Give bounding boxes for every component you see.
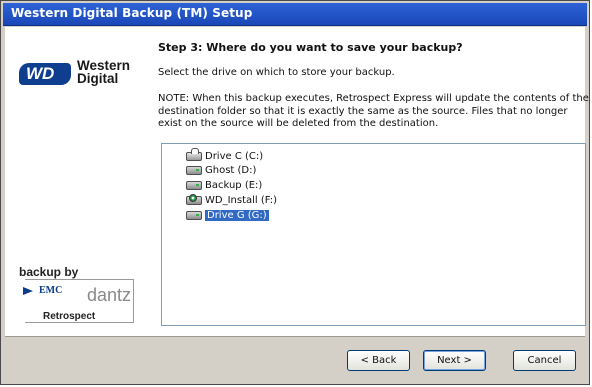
wizard-content: WD Western Digital backup by EMC dantz R…	[5, 27, 589, 336]
system-drive-icon	[186, 147, 202, 161]
drive-item-d[interactable]: Ghost (D:)	[186, 163, 256, 177]
emc-arrow-icon	[23, 287, 33, 295]
drive-label: WD_Install (F:)	[205, 194, 278, 206]
backup-by-label: backup by	[19, 265, 79, 279]
title-bar[interactable]: Western Digital Backup (TM) Setup	[3, 3, 587, 26]
drive-item-f[interactable]: WD_Install (F:)	[186, 193, 277, 207]
drive-item-g[interactable]: Drive G (G:)	[186, 208, 269, 222]
wd-logo-icon: WD	[19, 63, 71, 85]
drive-label: Drive G (G:)	[205, 209, 269, 221]
instruction-text: Select the drive on which to store your …	[158, 67, 395, 78]
drive-label: Drive C (C:)	[205, 150, 264, 162]
setup-window: Western Digital Backup (TM) Setup WD Wes…	[0, 0, 590, 385]
window-title: Western Digital Backup (TM) Setup	[11, 6, 253, 20]
drive-item-e[interactable]: Backup (E:)	[186, 178, 262, 192]
drive-list[interactable]: Drive C (C:) Ghost (D:) Backup (E:) WD_I…	[161, 143, 586, 326]
wizard-sidebar: WD Western Digital backup by EMC dantz R…	[5, 27, 145, 336]
dantz-logo: dantz	[87, 285, 132, 305]
cancel-button[interactable]: Cancel	[513, 350, 576, 371]
next-button[interactable]: Next >	[423, 350, 486, 371]
wd-logo-text: Western Digital	[77, 58, 131, 86]
cd-drive-icon	[186, 193, 202, 205]
note-text: NOTE: When this backup executes, Retrosp…	[158, 93, 589, 129]
back-button[interactable]: < Back	[347, 350, 410, 371]
backup-by-badge: backup by EMC dantz Retrospect	[19, 265, 137, 327]
drive-label: Backup (E:)	[205, 179, 263, 191]
hard-drive-icon	[186, 180, 202, 190]
emc-logo: EMC	[39, 285, 63, 296]
retrospect-logo: Retrospect	[43, 311, 96, 322]
wizard-main: Step 3: Where do you want to save your b…	[158, 27, 589, 336]
button-bar: < Back Next > Cancel	[5, 336, 585, 383]
drive-item-c[interactable]: Drive C (C:)	[186, 147, 264, 163]
western-digital-logo: WD Western Digital	[19, 59, 141, 93]
drive-label: Ghost (D:)	[205, 164, 257, 176]
hard-drive-icon	[186, 165, 202, 175]
step-title: Step 3: Where do you want to save your b…	[158, 41, 463, 54]
hard-drive-icon	[186, 210, 202, 220]
